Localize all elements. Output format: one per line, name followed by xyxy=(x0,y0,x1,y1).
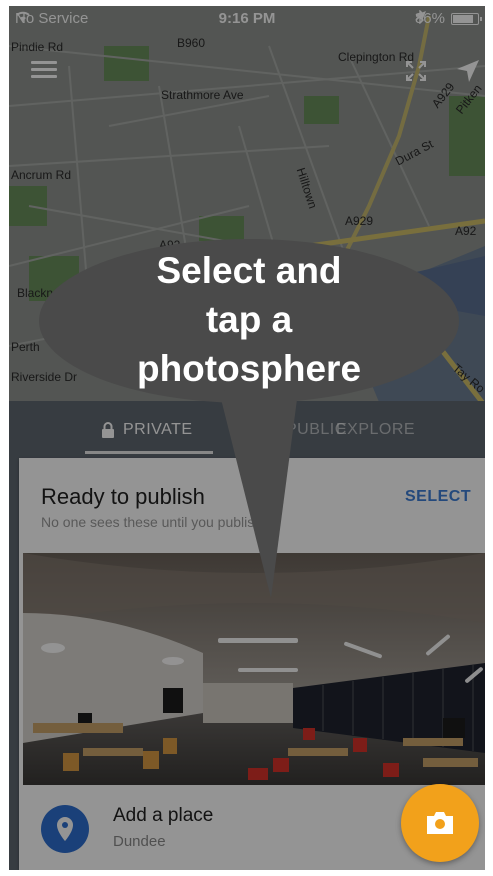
map-label: A929 xyxy=(345,214,374,228)
add-place-title: Add a place xyxy=(113,805,214,826)
tab-explore[interactable]: EXPLORE xyxy=(336,421,415,439)
photosphere-thumbnail[interactable] xyxy=(23,553,485,785)
expand-icon xyxy=(406,61,426,81)
clock: 9:16 PM xyxy=(218,10,276,27)
map-label: B960 xyxy=(177,36,206,50)
map-view[interactable]: Pindie Rd B960 Clepington Rd Strathmore … xyxy=(9,6,485,426)
camera-icon xyxy=(427,812,453,834)
map-label: Pindie Rd xyxy=(11,40,64,54)
map-label: Perth xyxy=(11,340,40,354)
tab-label: PRIVATE xyxy=(123,421,193,438)
status-bar: No Service 9:16 PM 86% xyxy=(9,6,485,32)
select-button[interactable]: SELECT xyxy=(405,488,471,506)
place-location: Dundee xyxy=(113,833,166,850)
tab-private[interactable]: PRIVATE xyxy=(101,421,193,439)
map-label: A92 xyxy=(159,238,181,252)
active-tab-indicator xyxy=(85,451,213,454)
navigation-arrow-icon xyxy=(457,60,479,82)
tab-bar: PRIVATE PUBLIC EXPLORE xyxy=(9,401,485,455)
map-label: A92 xyxy=(455,224,477,238)
menu-icon xyxy=(31,61,57,64)
expand-button[interactable] xyxy=(404,59,428,83)
map-label: Blackn xyxy=(17,286,54,300)
bluetooth-icon xyxy=(415,10,424,24)
place-pin-button[interactable] xyxy=(41,805,89,853)
lock-icon xyxy=(102,422,114,438)
card-title: Ready to publish xyxy=(41,484,205,509)
map-label: Riverside Dr xyxy=(11,370,78,384)
battery-icon xyxy=(451,12,482,25)
camera-fab[interactable] xyxy=(401,784,479,862)
panorama-image xyxy=(23,553,485,785)
location-pin-icon xyxy=(57,817,73,841)
tab-label: EXPLORE xyxy=(336,421,416,438)
map-label: Ancrum Rd xyxy=(11,168,72,182)
my-location-button[interactable] xyxy=(455,58,481,84)
map-label: Clepington Rd xyxy=(338,50,415,64)
map-label: Strathmore Ave xyxy=(161,88,244,102)
menu-button[interactable] xyxy=(31,61,57,81)
phone-screen: Pindie Rd B960 Clepington Rd Strathmore … xyxy=(9,6,485,870)
card-subtitle: No one sees these until you publish xyxy=(41,514,263,530)
